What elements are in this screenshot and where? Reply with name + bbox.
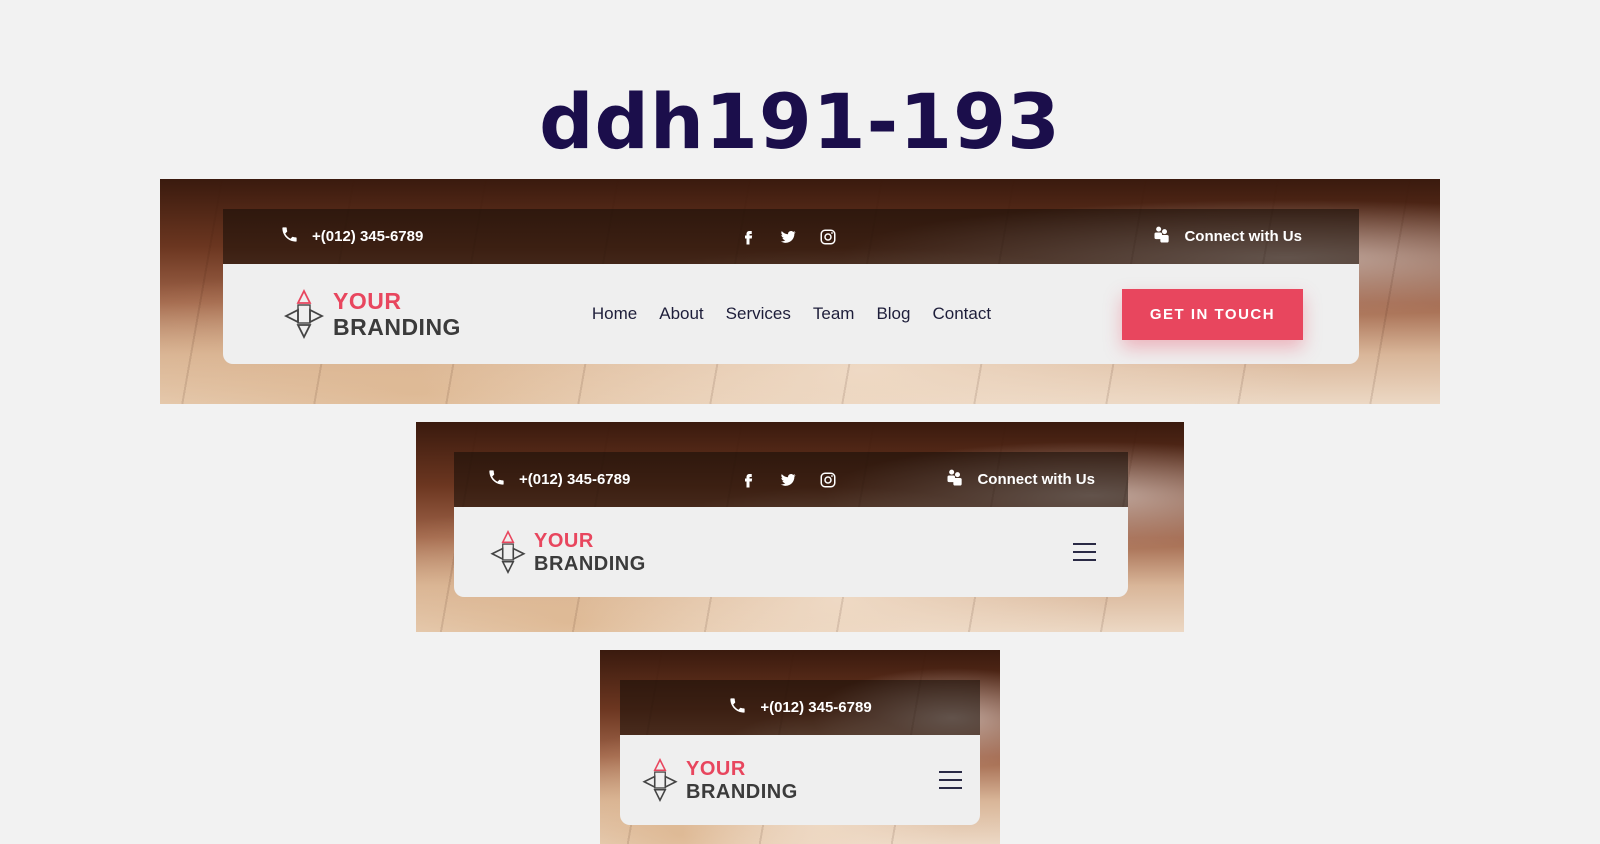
desktop-header-preview: +(012) 345-6789 Connect with Us YOUR BRA…: [160, 179, 1440, 404]
connect-label: Connect with Us: [1184, 228, 1302, 245]
nav-item-services[interactable]: Services: [726, 304, 791, 324]
brand-logo[interactable]: YOUR BRANDING: [486, 529, 646, 575]
phone-number: +(012) 345-6789: [519, 471, 631, 488]
logo-mark-icon: [490, 529, 526, 575]
main-header: YOUR BRANDING: [620, 735, 980, 825]
brand-logo[interactable]: YOUR BRANDING: [638, 757, 798, 803]
phone-contact[interactable]: +(012) 345-6789: [728, 696, 872, 719]
page-title: ddh191-193: [539, 77, 1061, 166]
logo-line-1: YOUR: [686, 757, 746, 780]
main-header: YOUR BRANDING Home About Services Team B…: [223, 264, 1359, 364]
facebook-icon[interactable]: [739, 471, 757, 489]
people-icon: [1152, 225, 1172, 249]
nav-item-blog[interactable]: Blog: [876, 304, 910, 324]
logo-line-2: BRANDING: [686, 780, 798, 803]
connect-link[interactable]: Connect with Us: [945, 468, 1095, 492]
logo-mark-icon: [283, 288, 325, 340]
logo-line-1: YOUR: [534, 529, 594, 552]
logo-line-2: BRANDING: [333, 313, 461, 340]
main-header: YOUR BRANDING: [454, 507, 1128, 597]
tablet-header-preview: +(012) 345-6789 Connect with Us YOUR BRA…: [416, 422, 1184, 632]
nav-item-team[interactable]: Team: [813, 304, 855, 324]
people-icon: [945, 468, 965, 492]
mobile-header-preview: +(012) 345-6789 YOUR BRANDING: [600, 650, 1000, 844]
phone-icon: [728, 696, 747, 719]
facebook-icon[interactable]: [739, 228, 757, 246]
social-links: [739, 228, 837, 246]
nav-item-about[interactable]: About: [659, 304, 703, 324]
nav-item-home[interactable]: Home: [592, 304, 637, 324]
brand-logo[interactable]: YOUR BRANDING: [279, 288, 461, 340]
hamburger-menu-icon[interactable]: [939, 771, 962, 789]
logo-mark-icon: [642, 757, 678, 803]
twitter-icon[interactable]: [779, 471, 797, 489]
phone-number: +(012) 345-6789: [760, 699, 872, 716]
instagram-icon[interactable]: [819, 228, 837, 246]
connect-label: Connect with Us: [977, 471, 1095, 488]
main-nav: Home About Services Team Blog Contact: [592, 304, 991, 324]
get-in-touch-button[interactable]: GET IN TOUCH: [1121, 288, 1303, 340]
hamburger-menu-icon[interactable]: [1073, 543, 1096, 561]
phone-contact[interactable]: +(012) 345-6789: [487, 468, 630, 491]
top-bar: +(012) 345-6789 Connect with Us: [223, 209, 1359, 264]
top-bar: +(012) 345-6789: [620, 680, 980, 735]
logo-line-1: YOUR: [333, 287, 402, 314]
social-links: [739, 471, 837, 489]
twitter-icon[interactable]: [779, 228, 797, 246]
phone-contact[interactable]: +(012) 345-6789: [280, 225, 423, 248]
logo-line-2: BRANDING: [534, 552, 646, 575]
connect-link[interactable]: Connect with Us: [1152, 225, 1302, 249]
phone-number: +(012) 345-6789: [312, 228, 424, 245]
nav-item-contact[interactable]: Contact: [932, 304, 991, 324]
phone-icon: [487, 468, 506, 491]
instagram-icon[interactable]: [819, 471, 837, 489]
top-bar: +(012) 345-6789 Connect with Us: [454, 452, 1128, 507]
phone-icon: [280, 225, 299, 248]
